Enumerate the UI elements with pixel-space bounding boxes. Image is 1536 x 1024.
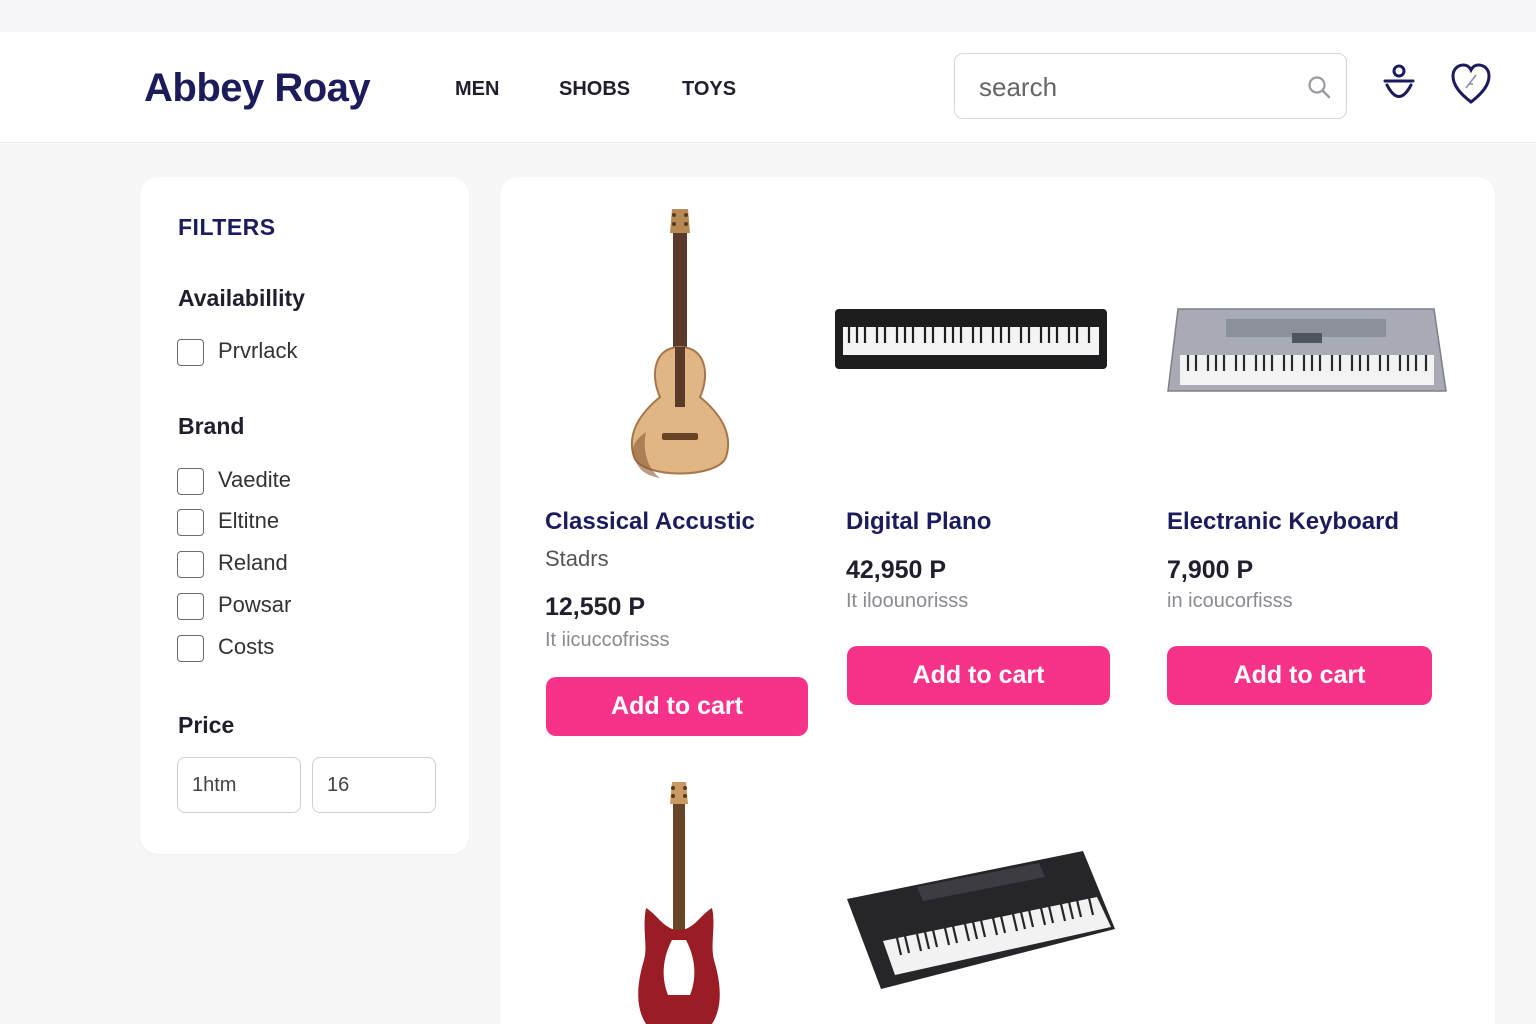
availability-heading: Availabillity — [178, 285, 305, 311]
brand-option-label: Reland — [218, 550, 288, 575]
product-stock-status: It iicuccofrisss — [545, 629, 670, 651]
price-max-input[interactable] — [327, 772, 423, 798]
product-name[interactable]: Electranic Keyboard — [1167, 508, 1399, 536]
product-stock-status: in icoucorfisss — [1167, 590, 1293, 612]
top-strip — [0, 0, 1536, 32]
search-icon[interactable] — [1306, 74, 1332, 100]
electronic-keyboard-image[interactable] — [1166, 305, 1448, 397]
add-to-cart-button[interactable]: Add to cart — [546, 677, 808, 736]
product-price: 42,950 P — [846, 556, 947, 584]
product-name[interactable]: Classical Accustic — [545, 508, 755, 536]
brand-heading: Brand — [178, 413, 245, 439]
brand-option-label: Eltitne — [218, 508, 280, 533]
product-grid: Classical Accustic Stadrs 12,550 P It ii… — [500, 177, 1495, 1024]
electric-guitar-image[interactable] — [628, 780, 728, 1024]
search-box — [954, 53, 1347, 119]
brand-checkbox[interactable] — [177, 551, 204, 578]
product-price: 12,550 P — [545, 593, 646, 621]
brand-option-vaedite[interactable]: Vaedite — [177, 466, 437, 496]
search-input[interactable] — [979, 70, 1299, 104]
filters-title: FILTERS — [178, 214, 276, 240]
acoustic-guitar-image[interactable] — [620, 207, 740, 482]
product-price: 7,900 P — [1167, 556, 1254, 584]
brand-checkbox[interactable] — [177, 635, 204, 662]
brand-checkbox[interactable] — [177, 468, 204, 495]
site-header: Abbey Roay MEN SHOBS TOYS — [0, 32, 1536, 143]
availability-option-label: Prvrlack — [218, 338, 298, 363]
filters-panel: FILTERS Availabillity Prvrlack Brand Vae… — [140, 177, 469, 854]
heart-icon[interactable] — [1450, 62, 1492, 106]
user-icon[interactable] — [1381, 64, 1417, 104]
brand-checkbox[interactable] — [177, 593, 204, 620]
product-stock-status: It iloounorisss — [846, 590, 969, 612]
brand-option-powsar[interactable]: Powsar — [177, 591, 437, 621]
brand-checkbox[interactable] — [177, 509, 204, 536]
brand-option-reland[interactable]: Reland — [177, 549, 437, 579]
digital-piano-image[interactable] — [833, 305, 1109, 375]
brand-option-label: Powsar — [218, 592, 292, 617]
price-max-box — [312, 757, 436, 813]
add-to-cart-button[interactable]: Add to cart — [1167, 646, 1432, 705]
nav-link-men[interactable]: MEN — [455, 78, 499, 101]
availability-checkbox[interactable] — [177, 339, 204, 366]
product-subtitle: Stadrs — [545, 546, 609, 571]
brand-option-label: Costs — [218, 634, 275, 659]
add-to-cart-button[interactable]: Add to cart — [847, 646, 1110, 705]
price-min-input[interactable] — [192, 772, 288, 798]
brand-option-label: Vaedite — [218, 467, 291, 492]
portable-keyboard-image[interactable] — [845, 849, 1117, 997]
site-logo[interactable]: Abbey Roay — [144, 66, 371, 111]
product-name[interactable]: Digital Plano — [846, 508, 991, 536]
nav-link-shoes[interactable]: SHOBS — [559, 78, 630, 101]
brand-option-eltitne[interactable]: Eltitne — [177, 507, 437, 537]
availability-option[interactable]: Prvrlack — [177, 337, 437, 367]
price-min-box — [177, 757, 301, 813]
brand-option-costs[interactable]: Costs — [177, 633, 437, 663]
nav-link-toys[interactable]: TOYS — [682, 78, 736, 101]
price-heading: Price — [178, 712, 235, 738]
